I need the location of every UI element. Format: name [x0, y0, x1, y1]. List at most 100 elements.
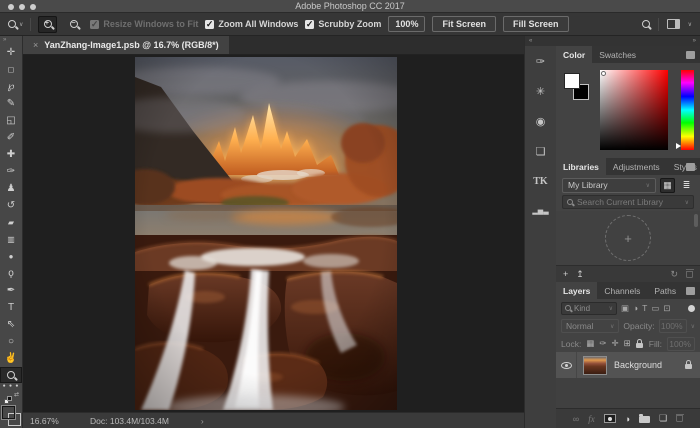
- crop-tool[interactable]: ◱: [0, 112, 22, 129]
- zoom-in-button[interactable]: [38, 16, 57, 33]
- tab-styles[interactable]: Styles: [667, 158, 700, 175]
- history-brush-tool[interactable]: ↺: [0, 197, 22, 214]
- filter-type-layers-icon[interactable]: T: [642, 303, 647, 313]
- spot-healing-brush-tool[interactable]: ✚: [0, 146, 22, 163]
- chevron-down-icon[interactable]: ∨: [688, 21, 692, 28]
- new-group-button[interactable]: [639, 416, 650, 423]
- hand-tool[interactable]: ✌: [0, 350, 22, 367]
- blur-tool[interactable]: ●: [0, 248, 22, 265]
- filter-shape-layers-icon[interactable]: ▭: [651, 303, 659, 314]
- canvas[interactable]: [23, 55, 524, 412]
- fill-screen-button[interactable]: Fill Screen: [503, 16, 569, 32]
- foreground-color-swatch[interactable]: [2, 406, 15, 419]
- zoom-out-button[interactable]: [64, 16, 83, 33]
- status-options-chevron[interactable]: ›: [201, 416, 204, 426]
- foreground-background-swatches[interactable]: [0, 404, 22, 428]
- quick-selection-tool[interactable]: ✎: [0, 95, 22, 112]
- resize-windows-checkbox-row[interactable]: Resize Windows to Fit: [90, 19, 198, 29]
- library-empty-drop-target[interactable]: +: [605, 215, 651, 261]
- tab-channels[interactable]: Channels: [597, 282, 647, 299]
- histogram-icon[interactable]: ▂▅▃: [525, 196, 556, 226]
- tab-color[interactable]: Color: [556, 46, 592, 63]
- toolbar-collapse-control[interactable]: »: [0, 36, 22, 44]
- eraser-tool[interactable]: ▰: [0, 214, 22, 231]
- brush-settings-icon[interactable]: ✑: [525, 46, 556, 76]
- foreground-color-swatch[interactable]: [564, 73, 580, 89]
- layer-visibility-cell[interactable]: [556, 352, 577, 378]
- filter-smart-objects-icon[interactable]: ⊡: [663, 303, 670, 314]
- delete-layer-button[interactable]: [676, 415, 683, 422]
- filter-pixel-layers-icon[interactable]: ▣: [621, 303, 629, 314]
- move-tool[interactable]: ✛: [0, 44, 22, 61]
- default-colors-widget[interactable]: ⇄: [4, 394, 18, 404]
- link-layers-button[interactable]: ∞: [573, 414, 579, 424]
- tab-adjustments[interactable]: Adjustments: [606, 158, 667, 175]
- tk-panel-icon[interactable]: TK: [525, 166, 556, 196]
- fit-screen-button[interactable]: Fit Screen: [432, 16, 496, 32]
- zoom-percentage-field[interactable]: 100%: [388, 16, 425, 32]
- new-adjustment-layer-button[interactable]: ◑: [625, 414, 630, 424]
- lock-all-icon[interactable]: [636, 343, 643, 348]
- close-tab-icon[interactable]: ×: [33, 40, 38, 50]
- resize-windows-checkbox[interactable]: [90, 20, 99, 29]
- dodge-tool[interactable]: ϙ: [0, 265, 22, 282]
- opacity-field[interactable]: 100%: [659, 319, 687, 333]
- zoom-all-windows-checkbox[interactable]: [205, 20, 214, 29]
- swap-colors-icon[interactable]: ⇄: [14, 391, 19, 398]
- panel-menu-icon[interactable]: [686, 51, 695, 59]
- search-icon[interactable]: [642, 20, 650, 28]
- delete-library-item-button[interactable]: [686, 271, 693, 278]
- path-selection-tool[interactable]: ⇖: [0, 316, 22, 333]
- notes-icon[interactable]: ❏: [525, 136, 556, 166]
- layer-filtering-toggle[interactable]: [688, 305, 695, 312]
- color-picker-marker[interactable]: [601, 71, 606, 76]
- scrubby-zoom-checkbox[interactable]: [305, 20, 314, 29]
- hue-slider[interactable]: [681, 70, 694, 150]
- layer-row-background[interactable]: Background: [556, 352, 700, 378]
- expand-panels-control[interactable]: «: [525, 36, 556, 46]
- tab-layers[interactable]: Layers: [556, 282, 597, 299]
- saturation-brightness-field[interactable]: [600, 70, 668, 150]
- tab-paths[interactable]: Paths: [647, 282, 683, 299]
- lock-transparency-icon[interactable]: ▦: [586, 338, 594, 349]
- library-search-field[interactable]: Search Current Library ∨: [562, 195, 694, 209]
- filter-adjustment-layers-icon[interactable]: ◑: [633, 303, 638, 313]
- pen-tool[interactable]: ✒: [0, 282, 22, 299]
- gradient-tool[interactable]: ▥: [0, 231, 22, 248]
- lock-artboard-icon[interactable]: ⊞: [624, 338, 631, 349]
- scrubby-zoom-checkbox-row[interactable]: Scrubby Zoom: [305, 19, 381, 29]
- status-zoom-field[interactable]: 16.67%: [30, 416, 80, 426]
- fill-field[interactable]: 100%: [667, 337, 695, 351]
- document-tab[interactable]: × YanZhang-Image1.psb @ 16.7% (RGB/8*): [23, 36, 229, 54]
- ellipse-tool[interactable]: ○: [0, 333, 22, 350]
- layer-style-button[interactable]: fx: [588, 414, 595, 424]
- hue-slider-pointer[interactable]: [676, 143, 681, 149]
- tab-swatches[interactable]: Swatches: [592, 46, 643, 63]
- zoom-all-windows-checkbox-row[interactable]: Zoom All Windows: [205, 19, 298, 29]
- eye-icon[interactable]: [561, 362, 572, 369]
- star-filter-icon[interactable]: ✳: [525, 76, 556, 106]
- rectangular-marquee-tool[interactable]: ◻: [0, 61, 22, 78]
- brush-tool[interactable]: ✑: [0, 163, 22, 180]
- canvas-image[interactable]: [135, 57, 397, 410]
- panel-menu-icon[interactable]: [686, 163, 695, 171]
- list-view-button[interactable]: ≣: [679, 178, 694, 193]
- sync-library-button[interactable]: ↻: [670, 269, 678, 280]
- blend-mode-dropdown[interactable]: Normal ∨: [561, 319, 619, 333]
- tab-libraries[interactable]: Libraries: [556, 158, 606, 175]
- add-library-item-button[interactable]: +: [563, 269, 568, 279]
- tool-presets-icon[interactable]: ◉: [525, 106, 556, 136]
- library-dropdown[interactable]: My Library ∨: [562, 178, 656, 193]
- upload-library-button[interactable]: ↥: [576, 269, 584, 280]
- collapse-panels-control[interactable]: »: [556, 36, 700, 46]
- library-content-area[interactable]: +: [556, 211, 700, 265]
- clone-stamp-tool[interactable]: ♟: [0, 180, 22, 197]
- add-layer-mask-button[interactable]: [604, 414, 616, 423]
- current-tool-badge[interactable]: ∨: [8, 20, 23, 28]
- eyedropper-tool[interactable]: ✐: [0, 129, 22, 146]
- lasso-tool[interactable]: ℘: [0, 78, 22, 95]
- grid-view-button[interactable]: ▦: [660, 178, 675, 193]
- scrollbar-thumb[interactable]: [694, 214, 698, 227]
- layer-thumbnail[interactable]: [583, 356, 607, 375]
- lock-paint-icon[interactable]: ✑: [599, 338, 606, 349]
